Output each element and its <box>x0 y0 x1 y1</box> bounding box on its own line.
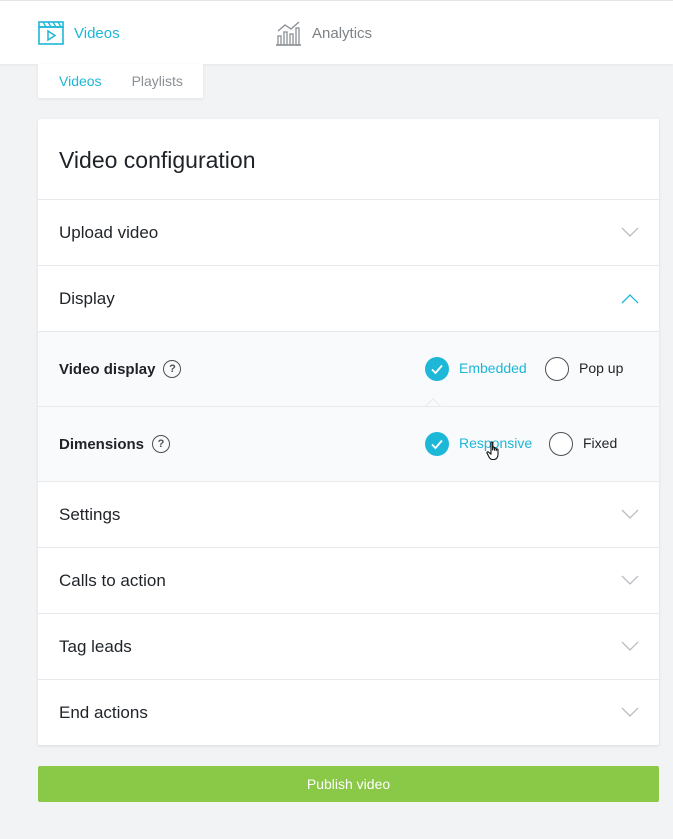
check-icon <box>431 364 443 375</box>
section-label: Settings <box>59 504 121 524</box>
subtab-videos[interactable]: Videos <box>59 73 102 89</box>
chevron-down-icon <box>621 575 639 585</box>
chevron-down-icon <box>621 641 639 651</box>
radio-embedded[interactable] <box>425 357 449 381</box>
bar-chart-icon <box>276 21 301 46</box>
video-display-text: Video display <box>59 360 156 378</box>
radio-fixed[interactable] <box>549 432 573 456</box>
publish-video-button[interactable]: Publish video <box>38 766 659 802</box>
dimensions-label: Dimensions ? <box>59 435 171 453</box>
video-clapper-icon <box>38 21 64 45</box>
nav-analytics[interactable]: Analytics <box>275 17 372 49</box>
chevron-down-icon <box>621 227 639 237</box>
nav-analytics-label: Analytics <box>312 24 373 42</box>
hand-cursor-icon <box>486 441 499 461</box>
section-settings[interactable]: Settings <box>38 481 659 547</box>
top-navigation-bar: Videos Analytics <box>0 0 673 64</box>
dimensions-row: Dimensions ? Responsive Fixed <box>38 406 659 481</box>
video-display-row: Video display ? Embedded Pop up <box>38 331 659 406</box>
chevron-down-icon <box>621 509 639 519</box>
radio-fixed-label[interactable]: Fixed <box>583 435 617 451</box>
section-label: Calls to action <box>59 570 166 590</box>
section-tag-leads[interactable]: Tag leads <box>38 613 659 679</box>
radio-responsive[interactable] <box>425 432 449 456</box>
dimensions-text: Dimensions <box>59 435 145 453</box>
section-label: Display <box>59 288 115 308</box>
radio-pop-up-label[interactable]: Pop up <box>579 360 623 376</box>
section-calls-to-action[interactable]: Calls to action <box>38 547 659 613</box>
section-label: Upload video <box>59 222 159 242</box>
nav-videos[interactable]: Videos <box>38 17 120 49</box>
check-icon <box>431 439 443 450</box>
video-display-label: Video display ? <box>59 360 182 378</box>
section-label: Tag leads <box>59 636 132 656</box>
radio-pop-up[interactable] <box>545 357 569 381</box>
chevron-up-icon <box>621 293 639 303</box>
sub-tabs: Videos Playlists <box>38 64 203 98</box>
section-label: End actions <box>59 702 148 722</box>
section-upload-video[interactable]: Upload video <box>38 199 659 265</box>
chevron-down-icon <box>621 707 639 717</box>
section-display[interactable]: Display <box>38 265 659 331</box>
radio-embedded-label[interactable]: Embedded <box>459 360 527 376</box>
video-configuration-card: Video configuration Upload video Display… <box>38 119 659 745</box>
nav-videos-label: Videos <box>74 24 120 42</box>
help-icon[interactable]: ? <box>163 360 182 378</box>
section-end-actions[interactable]: End actions <box>38 679 659 745</box>
help-icon[interactable]: ? <box>152 435 171 453</box>
card-title: Video configuration <box>59 147 256 173</box>
subtab-playlists[interactable]: Playlists <box>132 73 183 89</box>
